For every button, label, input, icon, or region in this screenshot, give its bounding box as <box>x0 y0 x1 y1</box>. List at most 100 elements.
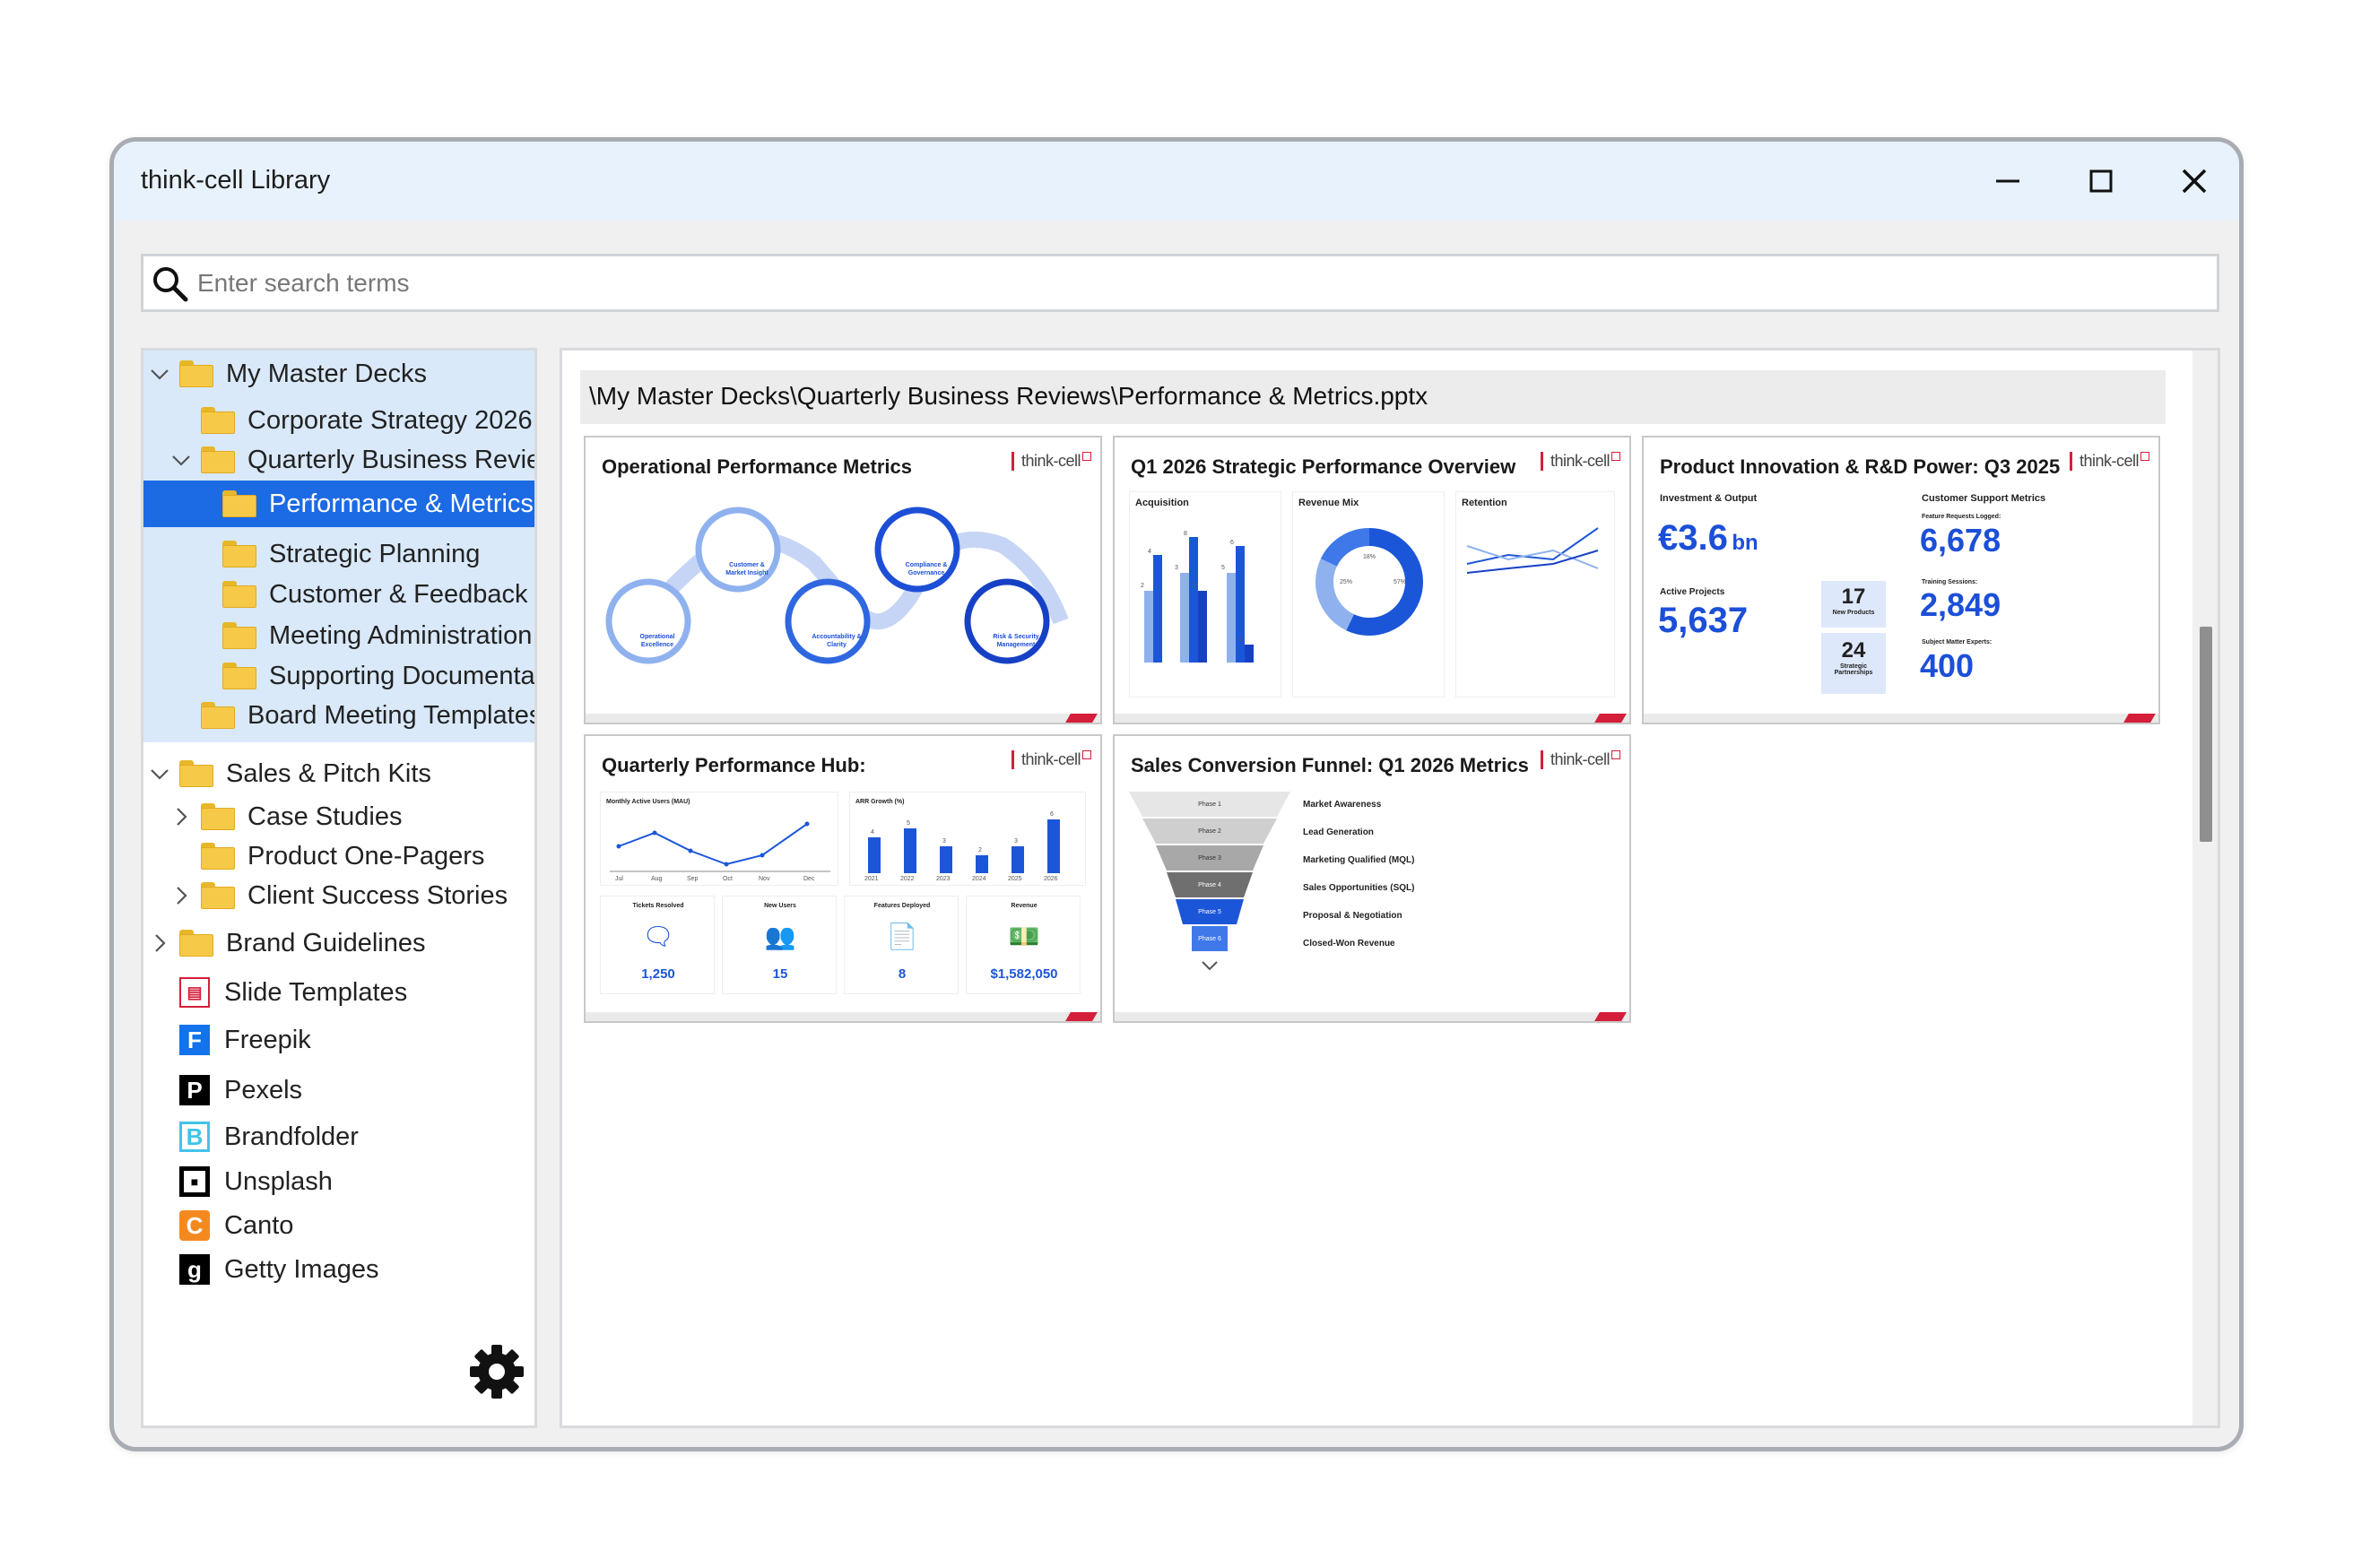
kpi-value: 1,250 <box>641 966 675 982</box>
freepik-icon: F <box>179 1025 210 1055</box>
chevron-right-icon[interactable] <box>170 885 192 906</box>
unsplash-icon: ■ <box>179 1166 210 1197</box>
metric-label: Active Projects <box>1660 587 1725 597</box>
funnel-phase-label: Phase 1 <box>1198 801 1221 808</box>
new-products-tile: 17 New Products <box>1821 581 1886 628</box>
kpi-tile: Revenue 💵 $1,582,050 <box>966 896 1081 994</box>
slide-title: Sales Conversion Funnel: Q1 2026 Metrics <box>1131 754 1529 776</box>
slide-title: Product Innovation & R&D Power: Q3 2025 <box>1660 455 2061 478</box>
kpi-tile: New Users 👥 15 <box>722 896 837 994</box>
bar-label: 6 <box>1230 540 1234 546</box>
close-button[interactable] <box>2167 156 2221 206</box>
gear-icon[interactable] <box>468 1343 525 1400</box>
tree-item[interactable]: Sales & Pitch Kits <box>143 753 534 794</box>
search-box[interactable] <box>141 254 2219 312</box>
funnel-diagram <box>1129 792 1290 971</box>
diagram-node-label: Compliance & Governance <box>905 562 948 576</box>
diagram-node-label: Accountability & Clarity <box>812 634 862 648</box>
kpi-value: 8 <box>898 966 907 982</box>
maximize-button[interactable] <box>2074 156 2128 206</box>
arr-value: 3 <box>1014 838 1018 845</box>
library-source-label: Pexels <box>224 1076 303 1105</box>
month-label: Aug <box>651 876 663 882</box>
chart-panel: Monthly Active Users (MAU) Jul Aug Sep O… <box>600 792 838 886</box>
investment-metric: €3.6 bn <box>1658 518 1758 559</box>
funnel-phase-label: Phase 4 <box>1198 882 1221 888</box>
slide-thumbnail[interactable]: Product Innovation & R&D Power: Q3 2025 … <box>1642 436 2160 724</box>
scrollbar-thumb[interactable] <box>2200 627 2212 842</box>
bar-label: 2 <box>1193 583 1196 589</box>
vertical-scrollbar[interactable] <box>2192 351 2218 1425</box>
folder-icon <box>222 541 256 567</box>
tree-item-label: Brand Guidelines <box>226 929 426 957</box>
bar-label: 5 <box>1221 565 1225 571</box>
chevron-down-icon[interactable] <box>170 449 192 471</box>
funnel-phase-label: Phase 6 <box>1198 936 1221 942</box>
tree-item[interactable]: Customer & Feedback <box>143 574 534 615</box>
library-source-item[interactable]: F Freepik <box>143 1019 534 1061</box>
tree-item[interactable]: Product One-Pagers <box>143 836 534 877</box>
kpi-tile: Features Deployed 📄 8 <box>844 896 959 994</box>
tree-item-label: Corporate Strategy 2026 <box>247 406 533 435</box>
think-cell-logo: think-cell <box>1011 452 1091 471</box>
year-label: 2026 <box>1044 876 1058 882</box>
diagram-node-label: Risk & Security Management <box>993 634 1039 648</box>
library-source-item[interactable]: B Brandfolder <box>143 1116 534 1157</box>
library-source-item[interactable]: ■ Unsplash <box>143 1161 534 1202</box>
tree-item[interactable]: Brand Guidelines <box>143 923 534 964</box>
slide-thumbnail[interactable]: Quarterly Performance Hub: think-cell Mo… <box>584 734 1102 1023</box>
slide-thumbnail[interactable]: Operational Performance Metrics think-ce… <box>584 436 1102 724</box>
tree-item-label: Meeting Administration <box>269 621 533 650</box>
tree-item[interactable]: Quarterly Business Reviews <box>143 439 534 481</box>
library-source-item[interactable]: g Getty Images <box>143 1249 534 1290</box>
arr-value: 3 <box>942 838 946 845</box>
process-diagram <box>605 507 1069 664</box>
feature-requests-value: 6,678 <box>1920 522 2001 559</box>
search-input[interactable] <box>197 262 2188 305</box>
folder-icon <box>179 360 213 387</box>
folder-icon <box>179 760 213 787</box>
tree-item[interactable]: Client Success Stories <box>143 875 534 916</box>
chevron-down-icon[interactable] <box>149 763 170 784</box>
tree-item[interactable]: Strategic Planning <box>143 533 534 575</box>
chat-icon: 🗨 <box>642 923 674 950</box>
panel-title: Acquisition <box>1135 498 1189 508</box>
donut-label: 57% <box>1394 579 1407 585</box>
tree-item[interactable]: Corporate Strategy 2026 <box>143 400 534 441</box>
slide-thumbnail[interactable]: Sales Conversion Funnel: Q1 2026 Metrics… <box>1113 734 1631 1023</box>
arr-bar-chart <box>868 819 1060 873</box>
tree-item-label: Performance & Metrics <box>269 489 534 518</box>
tree-item[interactable]: Case Studies <box>143 796 534 837</box>
funnel-phase-label: Phase 5 <box>1198 909 1221 915</box>
tree-item[interactable]: Board Meeting Templates <box>143 695 534 736</box>
arr-value: 5 <box>907 820 910 827</box>
minimize-button[interactable] <box>1981 156 2035 206</box>
library-source-item[interactable]: P Pexels <box>143 1070 534 1111</box>
tree-item-label: My Master Decks <box>226 360 427 388</box>
folder-icon <box>201 803 235 830</box>
active-projects-value: 5,637 <box>1658 601 1749 640</box>
library-source-item[interactable]: ▤ Slide Templates <box>143 972 534 1013</box>
chevron-right-icon[interactable] <box>170 806 192 827</box>
folder-icon <box>222 490 256 517</box>
chart-panel: Acquisition 4 2 8 3 6 2 5 1 <box>1129 491 1281 697</box>
library-source-item[interactable]: C Canto <box>143 1205 534 1246</box>
tree-item[interactable]: Performance & Metrics <box>143 481 534 527</box>
mau-line-chart <box>610 821 830 872</box>
chart-panel: Revenue Mix 18% 25% 57% <box>1292 491 1445 697</box>
library-window: think-cell Library My Master Decks Corpor… <box>109 137 2244 1451</box>
users-icon: 👥 <box>764 923 796 950</box>
chevron-down-icon[interactable] <box>149 363 170 385</box>
slide-footer <box>1115 714 1629 723</box>
title-bar[interactable]: think-cell Library <box>114 142 2239 221</box>
slide-thumbnail[interactable]: Q1 2026 Strategic Performance Overview t… <box>1113 436 1631 724</box>
year-label: 2024 <box>972 876 986 882</box>
tree-item-label: Case Studies <box>247 802 403 831</box>
chart-panel: ARR Growth (%) 4 5 3 2 3 6 2021 2022 202… <box>849 792 1086 886</box>
tree-item[interactable]: My Master Decks <box>143 353 534 394</box>
tree-item[interactable]: Meeting Administration <box>143 615 534 656</box>
funnel-stage-label: Closed-Won Revenue <box>1303 939 1395 949</box>
minimize-icon <box>1996 179 2019 183</box>
tree-item[interactable]: Supporting Documentation <box>143 655 534 697</box>
chevron-right-icon[interactable] <box>149 932 170 954</box>
